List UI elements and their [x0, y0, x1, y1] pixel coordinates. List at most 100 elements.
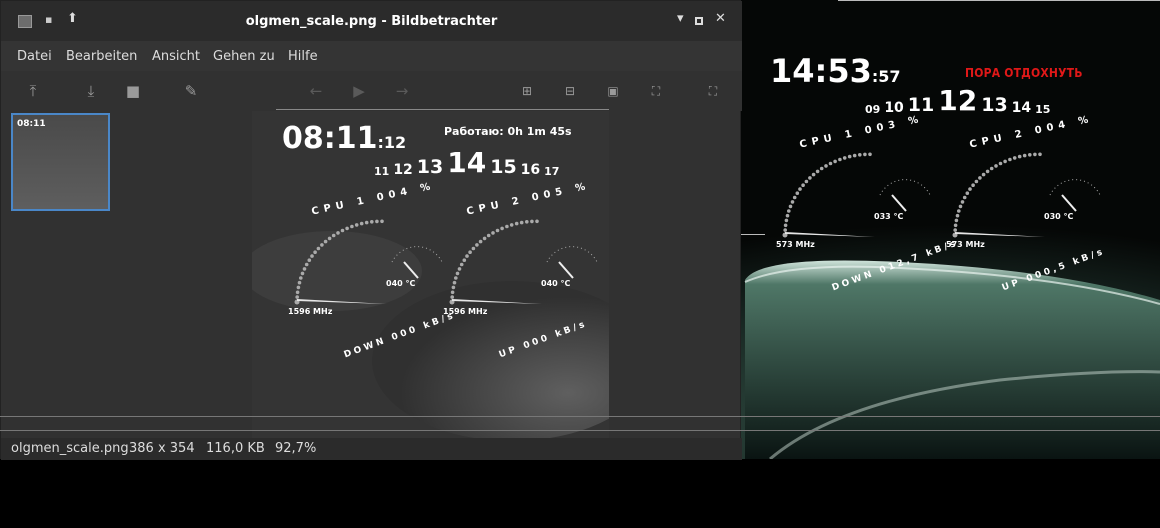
gauge-dot — [828, 161, 833, 166]
hour-label: 12 — [938, 84, 978, 117]
menu-datei[interactable]: Datei — [17, 49, 52, 64]
image-canvas[interactable]: 08:11:12 Работаю: 0h 1m 45s 11 12 13 14 15 16… — [252, 111, 609, 438]
hour-label: 09 — [865, 103, 881, 116]
image-cpu2-gauge: CPU 2 005 %040 °C1596 MHzUP 000 kB/s — [443, 181, 598, 360]
gauge-dot — [475, 243, 479, 247]
cpu-freq-label: 1596 MHz — [443, 307, 488, 316]
gauge-dot — [833, 159, 837, 164]
gauge-dot — [795, 191, 800, 195]
gauge-dot — [965, 191, 970, 195]
menu-ansicht[interactable]: Ansicht — [152, 49, 200, 64]
gauge-dot — [535, 219, 539, 224]
hour-label: 16 — [520, 162, 541, 178]
gauge-dot — [1028, 153, 1032, 157]
gauge-dot — [960, 200, 965, 204]
fullscreen-icon[interactable]: ⛶ — [703, 81, 723, 101]
gauge-dot — [500, 226, 504, 231]
temp-arc — [546, 246, 598, 263]
thumbnail-image — [13, 115, 108, 209]
gauge-dot — [495, 228, 500, 233]
gauge-dot — [345, 226, 349, 231]
gauge-dot — [340, 228, 345, 233]
status-filename: olgmen_scale.png — [11, 441, 129, 456]
gauge-dot — [787, 209, 791, 213]
overlay-line-top — [838, 0, 1160, 1]
gauge-dot — [468, 250, 472, 254]
gauge-dot — [452, 280, 457, 285]
gauge-dot — [450, 290, 455, 295]
minimize-icon[interactable]: ▾ — [677, 11, 684, 26]
status-filesize: 116,0 KB — [206, 441, 265, 456]
gauge-dot — [962, 195, 967, 200]
gauge-dot — [852, 153, 857, 158]
window-title: olgmen_scale.png - Bildbetrachter — [245, 14, 498, 29]
hour-label: 14 — [447, 146, 487, 179]
status-dimensions: 386 x 354 — [129, 441, 195, 456]
title-bar[interactable]: ▪ ⬆ olgmen_scale.png - Bildbetrachter ▾ … — [1, 1, 742, 41]
desktop-cpu2-gauge: CPU 2 004 %030 °C573 MHzUP 000,5 kB/s — [946, 114, 1107, 294]
gauge-dot — [858, 153, 862, 157]
maximize-icon[interactable] — [695, 17, 703, 25]
gauge-dot — [323, 239, 328, 244]
menu-hilfe[interactable]: Hilfe — [288, 49, 318, 64]
original-size-icon[interactable]: ▣ — [603, 81, 623, 101]
gauge-dot — [375, 219, 379, 224]
gauge-dot — [327, 236, 332, 241]
gauge-dot — [1012, 156, 1017, 160]
desktop-cpu1-gauge: CPU 1 003 %033 °C573 MHz DOWN 012,7 kB/s — [776, 114, 960, 294]
gauge-dot — [296, 285, 301, 290]
gauge-dot — [811, 172, 816, 177]
gauge-dot — [299, 276, 303, 280]
zoom-in-icon[interactable]: ⊞ — [517, 81, 537, 101]
hour-label: 10 — [884, 100, 904, 116]
gauge-dot — [1038, 152, 1042, 157]
cpu-load-label: CPU 1 003 % — [799, 114, 925, 151]
gauge-dot — [514, 221, 519, 226]
gauge-dot — [364, 220, 369, 225]
hour-label: 11 — [374, 165, 390, 178]
gauge-dot — [957, 209, 961, 213]
save-icon[interactable]: ⤓ — [81, 81, 101, 101]
gauge-dot — [310, 254, 314, 258]
play-icon[interactable]: ▶ — [349, 81, 369, 101]
cpu-temp-label: 033 °C — [874, 212, 903, 221]
gauge-dot — [978, 176, 982, 180]
menu-bearbeiten[interactable]: Bearbeiten — [66, 49, 137, 64]
close-icon[interactable]: ✕ — [715, 11, 726, 26]
cpu-temp-label: 030 °C — [1044, 212, 1073, 221]
fit-icon[interactable]: ⛶ — [646, 81, 666, 101]
cpu-load-label: CPU 2 004 % — [969, 114, 1095, 151]
zoom-out-icon[interactable]: ⊟ — [560, 81, 580, 101]
gauge-dot — [953, 228, 957, 232]
temp-needle — [891, 194, 907, 212]
arrow-left-icon[interactable]: ← — [306, 81, 326, 101]
desktop-hours-strip: 09 10 11 12 13 14 15 — [865, 84, 1054, 117]
gauge-dot — [454, 276, 458, 280]
gauge-dot — [307, 258, 312, 262]
gauge-dot — [1003, 159, 1007, 164]
gauge-dot — [331, 233, 336, 238]
gauge-dot — [838, 157, 842, 162]
gauge-dot — [1017, 154, 1022, 159]
gauge-dot — [954, 218, 959, 223]
gauge-dot — [457, 267, 462, 271]
gauge-dot — [471, 246, 476, 251]
trash-icon[interactable]: ■ — [123, 81, 143, 101]
upload-icon[interactable]: ⤒ — [23, 81, 43, 101]
arrow-right-icon[interactable]: → — [392, 81, 412, 101]
gauge-dot — [955, 213, 960, 218]
pencil-icon[interactable]: ✎ — [181, 81, 201, 101]
thumbnail-olgmen-scale[interactable]: 08:11 — [11, 113, 110, 211]
cpu-needle — [452, 299, 542, 304]
menu-gehen-zu[interactable]: Gehen zu — [213, 49, 275, 64]
hour-label: 15 — [490, 156, 517, 178]
cpu-freq-label: 573 MHz — [946, 240, 985, 249]
overlay-line-bottom — [0, 416, 1160, 417]
hour-label: 11 — [907, 94, 935, 116]
gauge-dot — [451, 285, 456, 290]
gauge-dot — [971, 183, 975, 187]
gauge-dot — [989, 166, 994, 171]
gauge-dot — [953, 223, 958, 228]
gauge-dot — [525, 220, 529, 224]
gauge-dot — [819, 166, 824, 171]
